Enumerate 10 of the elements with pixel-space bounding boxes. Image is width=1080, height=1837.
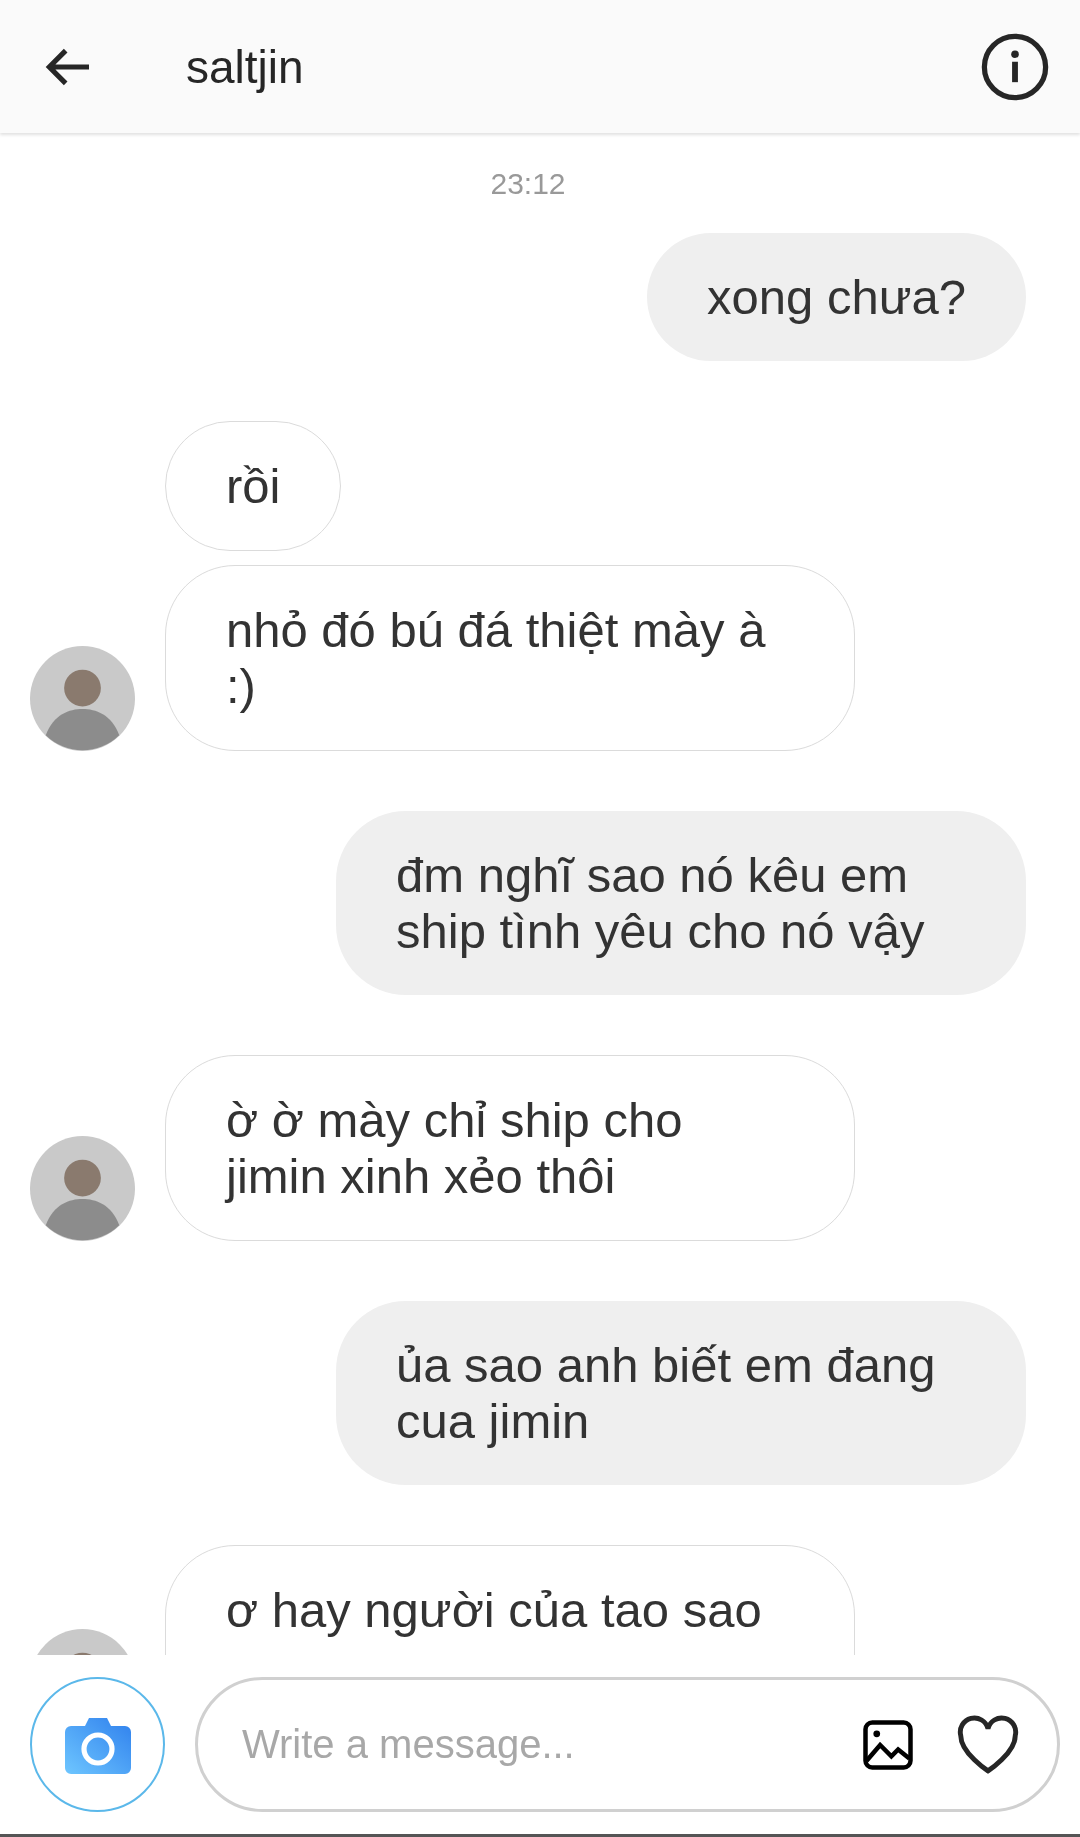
message-bubble: xong chưa? [647,233,1026,361]
message-bubble: nhỏ đó bú đá thiệt mày à :) [165,565,855,751]
message-bubble: đm nghĩ sao nó kêu em ship tình yêu cho nó vậy [336,811,1026,995]
message-bubble: ủa sao anh biết em đang cua jimin [336,1301,1026,1485]
message-bubble: ờ ờ mày chỉ ship cho jimin xinh xẻo thôi [165,1055,855,1241]
chat-title: saltjin [186,39,305,94]
message-bubble: rồi [165,421,342,551]
message-field[interactable]: Write a message... [240,1721,821,1768]
message-bubble: ơ hay người của tao sao [165,1545,855,1655]
message-timestamp: 23:12 [490,167,566,201]
